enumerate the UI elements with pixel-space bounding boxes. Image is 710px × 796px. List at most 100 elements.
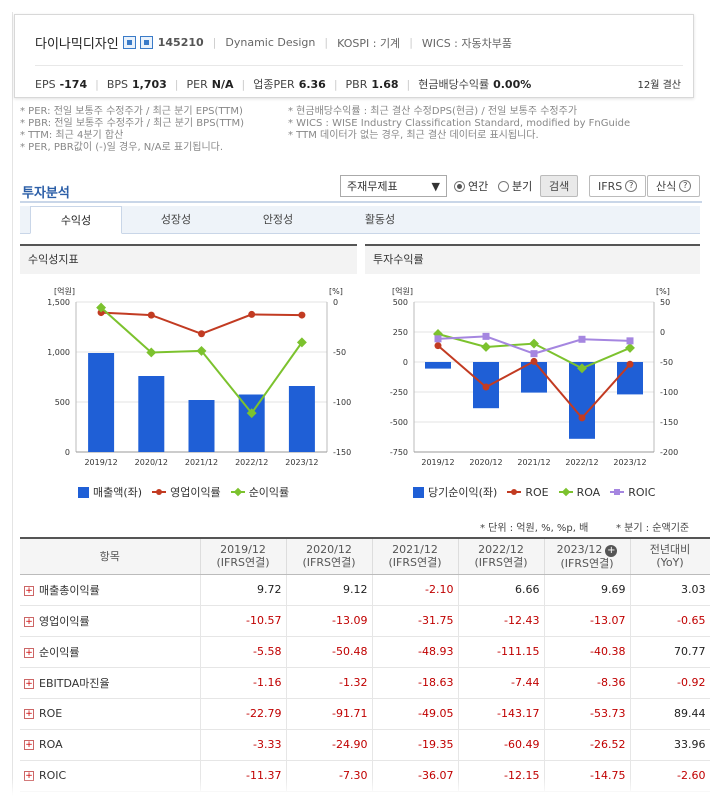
legend-swatch [558,487,573,497]
table-header-row: 항목 2019/12 (IFRS연결) 2020/12 (IFRS연결) 2021/… [20,537,710,575]
column-sub: (IFRS연결) [388,556,442,570]
table-row[interactable]: + ROA -3.33 -24.90 -19.35 -60.49 -26.52 33.96 [20,729,710,761]
tab-growth[interactable]: 성장성 [130,206,222,234]
table-cell: -50.48 [286,636,373,668]
table-cell: -18.63 [372,667,459,699]
ifrs-button-wrap[interactable]: IFRS ? [589,174,647,198]
tab-stability[interactable]: 안정성 [232,206,324,234]
column-year: 2019/12 [220,543,266,557]
data-point [147,311,155,319]
search-button[interactable]: 검색 [540,175,579,197]
stock-code: 145210 [157,36,204,49]
table-cell: -13.07 [544,605,631,637]
y-tick-left: 1,000 [47,348,70,357]
left-axis-unit: [억원] [392,286,413,296]
chart-legend: 당기순이익(좌) ROE ROA ROIC [413,484,665,500]
table-cell: 3.03 [630,574,710,606]
ir-icon[interactable] [139,36,153,49]
table-body: + 매출총이익률 9.72 9.12 -2.10 6.66 9.69 3.03 + 영업이익률 -1… [20,574,710,792]
chevron-down-icon: ▼ [431,179,440,193]
expand-row-icon[interactable]: + [24,585,34,596]
ifrs-button[interactable]: IFRS ? [589,175,647,197]
stat-value-sector-per: 6.36 [298,77,326,91]
legend-label: 순이익률 [248,486,290,499]
bottom-fade [0,778,710,796]
data-point [530,350,538,358]
table-cell: -7.44 [458,667,545,699]
formula-button-wrap[interactable]: 산식 ? [647,174,701,198]
row-label-cell[interactable]: + 순이익률 [20,636,201,668]
radio-quarter-label: 분기 [512,180,533,193]
formula-button[interactable]: 산식 ? [647,175,701,197]
data-point [626,360,634,368]
row-label-cell[interactable]: + ROA [20,729,201,761]
tab-profitability[interactable]: 수익성 [30,206,122,234]
legend-swatch [413,486,424,498]
statement-select[interactable]: 주재무제표 ▼ [340,174,447,198]
expand-row-icon[interactable]: + [24,647,34,658]
data-point [298,311,306,319]
x-tick-label: 2020/12 [469,458,502,467]
data-point [482,332,490,340]
y-tick-right: -50 [333,348,346,357]
table-cell: -1.32 [286,667,373,699]
x-tick-label: 2022/12 [235,458,268,467]
data-point [482,383,490,391]
divider: | [333,77,338,91]
table-row[interactable]: + 영업이익률 -10.57 -13.09 -31.75 -12.43 -13.07 -0.6… [20,605,710,637]
column-header: 2023/12 + (IFRS연결) [544,537,631,575]
analysis-tabs: 수익성 성장성 안정성 활동성 [20,206,700,234]
profitability-table: 항목 2019/12 (IFRS연결) 2020/12 (IFRS연결) 2021/… [20,537,710,792]
table-row[interactable]: + EBITDA마진율 -1.16 -1.32 -18.63 -7.44 -8.36 -0.9… [20,667,710,699]
data-point [578,414,586,422]
unit-note: * 단위 : 억원, %, %p, 배 [480,523,589,534]
table-row[interactable]: + 순이익률 -5.58 -50.48 -48.93 -111.15 -40.38 70.77 [20,636,710,668]
data-point [529,338,539,349]
table-row[interactable]: + 매출총이익률 9.72 9.12 -2.10 6.66 9.69 3.03 [20,574,710,606]
y-tick-right: 0 [660,328,665,337]
legend-item-roic: ROIC [610,486,655,499]
table-row[interactable]: + ROE -22.79 -91.71 -49.05 -143.17 -53.73 89.44 [20,698,710,730]
row-label-cell[interactable]: + 영업이익률 [20,605,201,637]
stat-label-sector-per: 업종PER [253,78,295,91]
statement-select-box[interactable]: 주재무제표 ▼ [340,175,447,197]
row-label-cell[interactable]: + ROE [20,698,201,730]
radio-quarter[interactable]: 분기 [498,174,532,198]
table-cell: -0.92 [630,667,710,699]
x-tick-label: 2019/12 [421,458,454,467]
column-year-2023: 2023/12 + [545,543,630,557]
table-cell: 9.12 [286,574,373,606]
row-label-cell[interactable]: + EBITDA마진율 [20,667,201,699]
x-tick-label: 2022/12 [565,458,598,467]
company-eng-name: Dynamic Design [225,36,316,49]
expand-row-icon[interactable]: + [24,616,34,627]
table-cell: -10.57 [200,605,287,637]
left-axis-unit: [억원] [54,286,75,296]
stat-label-dividend-yield: 현금배당수익률 [418,78,490,91]
row-label-cell[interactable]: + 매출총이익률 [20,574,201,606]
legend-item-net-income: 당기순이익(좌) [413,484,497,500]
data-point [248,310,256,318]
radio-quarter-icon[interactable] [498,180,509,192]
expand-row-icon[interactable]: + [24,740,34,750]
table-cell: -49.05 [372,698,459,730]
search-button-wrap[interactable]: 검색 [540,174,579,198]
table-cell: -48.93 [372,636,459,668]
table-cell: -60.49 [458,729,545,761]
y-tick-right: -150 [333,448,351,457]
radio-annual-label: 연간 [468,180,489,193]
settlement-month: 12월 결산 [637,80,681,91]
column-sub: (IFRS연결) [216,556,270,570]
column-sub: (YoY) [656,556,684,570]
expand-columns-icon[interactable]: + [605,544,618,557]
market-sector: KOSPI : 기계 [337,36,401,50]
x-tick-label: 2019/12 [84,458,117,467]
radio-annual[interactable]: 연간 [454,174,488,198]
expand-row-icon[interactable]: + [24,709,34,719]
expand-row-icon[interactable]: + [24,678,34,689]
tab-activity[interactable]: 활동성 [334,206,426,234]
radio-annual-icon[interactable] [454,180,465,192]
home-icon[interactable] [122,36,136,49]
x-tick-label: 2023/12 [285,458,318,467]
y-tick-right: -100 [660,388,678,397]
